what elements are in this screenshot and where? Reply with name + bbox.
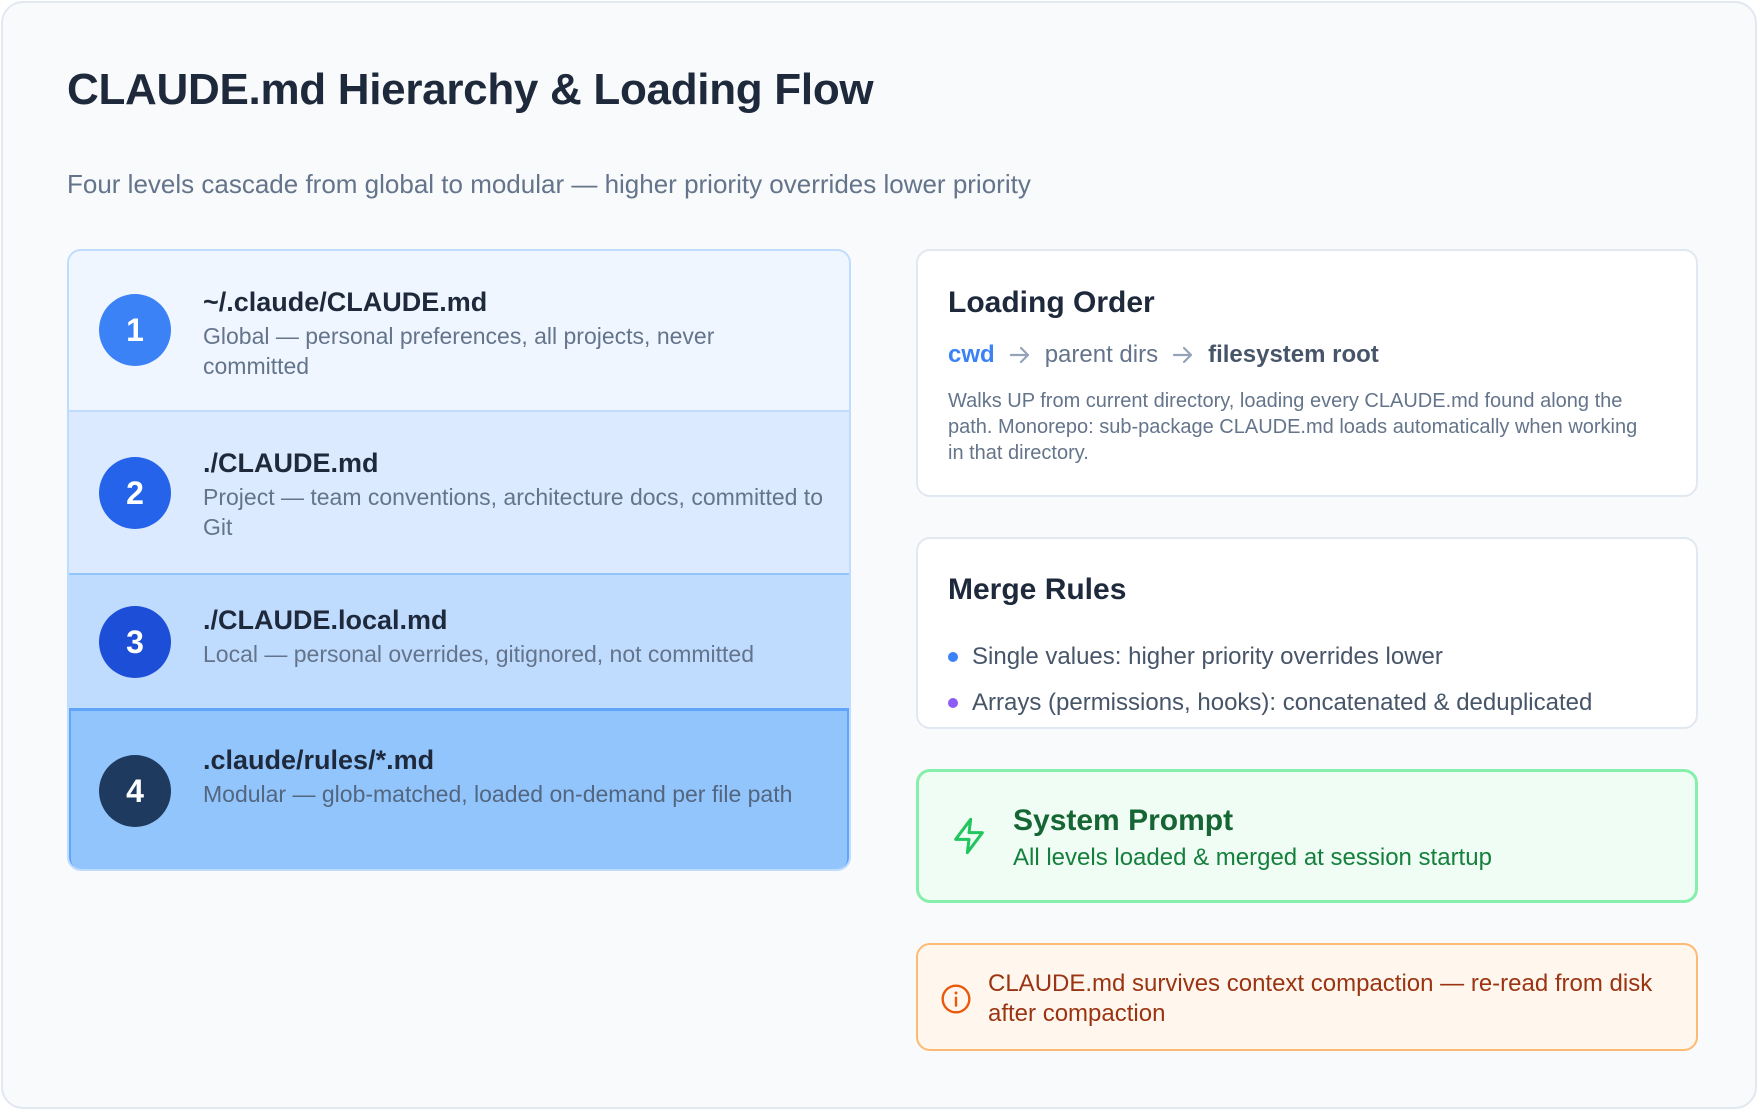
- page-subtitle: Four levels cascade from global to modul…: [67, 169, 1031, 199]
- level-4-description: Modular — glob-matched, loaded on-demand…: [203, 781, 793, 807]
- compaction-note-text: CLAUDE.md survives context compaction — …: [988, 970, 1653, 1027]
- compaction-note-card: CLAUDE.md survives context compaction — …: [916, 943, 1698, 1051]
- level-1-name: ~/.claude/CLAUDE.md: [203, 287, 488, 317]
- arrow-right-icon: [1172, 346, 1193, 364]
- lightning-bolt-icon: [954, 817, 984, 855]
- merge-rule-text: Arrays (permissions, hooks): concatenate…: [972, 689, 1593, 716]
- path-parent-dirs: parent dirs: [1044, 341, 1159, 368]
- merge-rules-title: Merge Rules: [948, 573, 1127, 606]
- loading-path: cwd parent dirs filesystem root: [948, 341, 1379, 369]
- bullet-dot: [948, 652, 958, 662]
- diagram-canvas: CLAUDE.md Hierarchy & Loading Flow Four …: [1, 1, 1757, 1109]
- level-3-badge: 3: [99, 606, 171, 678]
- merge-rule-text: Single values: higher priority overrides…: [972, 643, 1443, 670]
- path-cwd: cwd: [948, 341, 995, 368]
- level-1-badge: 1: [99, 294, 171, 366]
- level-project: 2 ./CLAUDE.md Project — team conventions…: [69, 412, 849, 575]
- level-2-description: Project — team conventions, architecture…: [203, 484, 823, 540]
- level-1-description: Global — personal preferences, all proje…: [203, 323, 715, 379]
- page-title: CLAUDE.md Hierarchy & Loading Flow: [67, 65, 874, 114]
- level-4-badge: 4: [99, 755, 171, 827]
- level-4-text: .claude/rules/*.md Modular — glob-matche…: [203, 743, 825, 809]
- level-2-text: ./CLAUDE.md Project — team conventions, …: [203, 446, 825, 542]
- bullet-dot: [948, 698, 958, 708]
- system-prompt-card: System Prompt All levels loaded & merged…: [916, 769, 1698, 903]
- level-local: 3 ./CLAUDE.local.md Local — personal ove…: [69, 575, 849, 710]
- level-4-name: .claude/rules/*.md: [203, 745, 435, 775]
- info-icon: [941, 984, 971, 1014]
- level-2-badge: 2: [99, 457, 171, 529]
- merge-rule-arrays: Arrays (permissions, hooks): concatenate…: [948, 689, 1592, 717]
- merge-rule-single-values: Single values: higher priority overrides…: [948, 643, 1443, 671]
- merge-rules-card: Merge Rules Single values: higher priori…: [916, 537, 1698, 729]
- level-1-text: ~/.claude/CLAUDE.md Global — personal pr…: [203, 285, 825, 381]
- system-prompt-description: All levels loaded & merged at session st…: [1013, 844, 1492, 871]
- loading-order-title: Loading Order: [948, 286, 1155, 319]
- level-3-name: ./CLAUDE.local.md: [203, 605, 448, 635]
- path-filesystem-root: filesystem root: [1208, 341, 1379, 368]
- loading-order-description: Walks UP from current directory, loading…: [948, 390, 1638, 464]
- loading-order-card: Loading Order cwd parent dirs filesystem…: [916, 249, 1698, 497]
- arrow-right-icon: [1009, 346, 1029, 364]
- hierarchy-stack: 1 ~/.claude/CLAUDE.md Global — personal …: [67, 249, 851, 871]
- level-3-description: Local — personal overrides, gitignored, …: [203, 641, 755, 667]
- level-modular: 4 .claude/rules/*.md Modular — glob-matc…: [69, 710, 849, 869]
- level-2-name: ./CLAUDE.md: [203, 448, 379, 478]
- system-prompt-title: System Prompt: [1013, 804, 1234, 837]
- level-3-text: ./CLAUDE.local.md Local — personal overr…: [203, 603, 825, 669]
- level-global: 1 ~/.claude/CLAUDE.md Global — personal …: [69, 251, 849, 412]
